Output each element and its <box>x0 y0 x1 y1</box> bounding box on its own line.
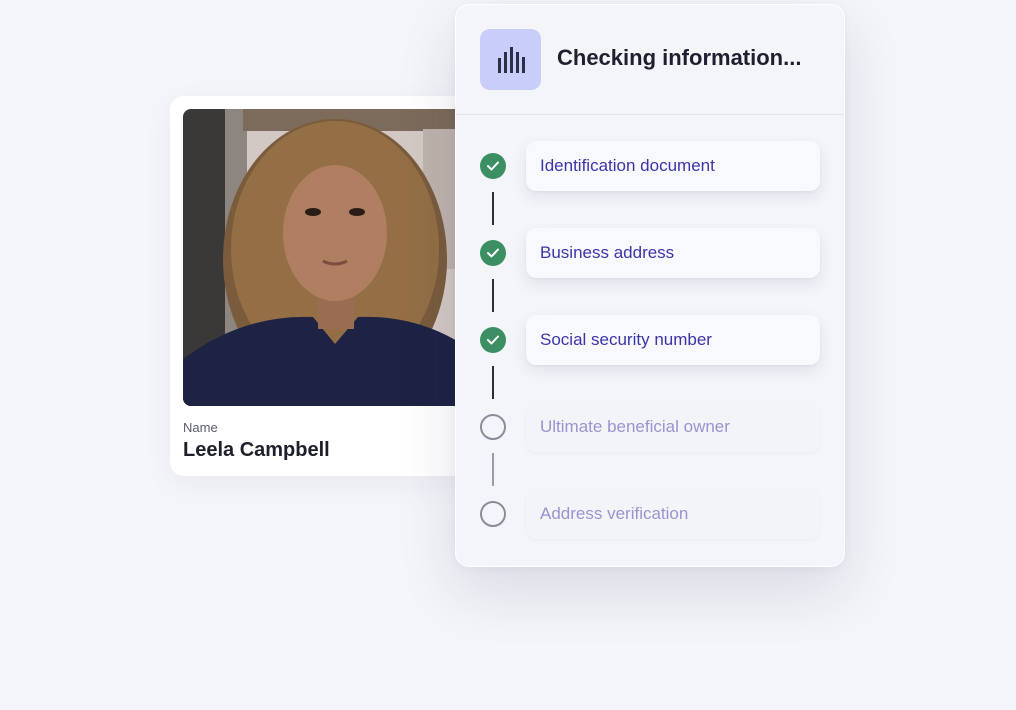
step-pill[interactable]: Ultimate beneficial owner <box>526 402 820 452</box>
check-icon <box>480 153 506 179</box>
panel-title: Checking information... <box>557 45 802 70</box>
step-connector <box>492 366 494 399</box>
step-label: Identification document <box>540 156 715 175</box>
building-icon <box>498 47 525 73</box>
empty-circle-icon <box>480 501 506 527</box>
step-identification-document[interactable]: Identification document <box>456 141 844 225</box>
step-connector <box>492 192 494 225</box>
step-pill[interactable]: Address verification <box>526 489 820 539</box>
step-pill[interactable]: Business address <box>526 228 820 278</box>
step-address-verification[interactable]: Address verification <box>456 489 844 539</box>
step-label: Business address <box>540 243 675 262</box>
profile-photo <box>183 109 483 406</box>
profile-card: Name Leela Campbell <box>170 96 500 476</box>
step-business-address[interactable]: Business address <box>456 228 844 312</box>
step-label: Address verification <box>540 504 689 523</box>
check-icon <box>480 327 506 353</box>
check-icon <box>480 240 506 266</box>
verification-panel: Checking information... Identification d… <box>455 4 845 567</box>
step-label: Ultimate beneficial owner <box>540 417 730 436</box>
empty-circle-icon <box>480 414 506 440</box>
name-value: Leela Campbell <box>183 439 330 461</box>
step-connector <box>492 453 494 486</box>
step-label: Social security number <box>540 330 712 349</box>
step-connector <box>492 279 494 312</box>
step-pill[interactable]: Identification document <box>526 141 820 191</box>
name-label: Name <box>183 420 218 435</box>
step-pill[interactable]: Social security number <box>526 315 820 365</box>
panel-header: Checking information... <box>456 5 844 115</box>
step-social-security-number[interactable]: Social security number <box>456 315 844 399</box>
header-icon-box <box>480 29 541 90</box>
step-ultimate-beneficial-owner[interactable]: Ultimate beneficial owner <box>456 402 844 486</box>
